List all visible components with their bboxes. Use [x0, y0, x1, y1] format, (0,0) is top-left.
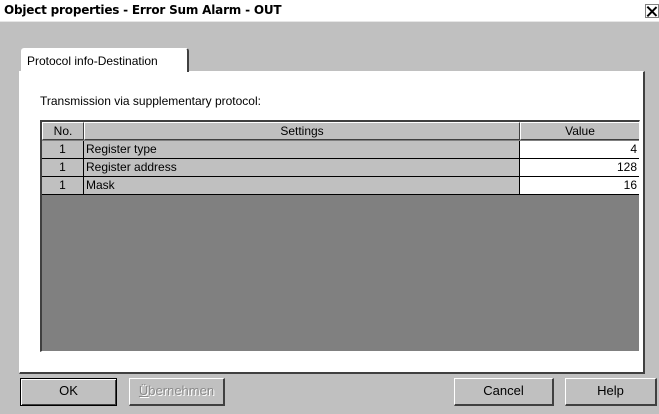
- settings-table: No. Settings Value 1 Register type 4 1 R…: [40, 120, 640, 352]
- row-no: 1: [42, 177, 84, 195]
- column-header-no[interactable]: No.: [42, 122, 84, 140]
- title-bar: Object properties - Error Sum Alarm - OU…: [0, 0, 659, 22]
- row-value[interactable]: 16: [520, 177, 639, 195]
- row-value[interactable]: 4: [520, 141, 639, 159]
- apply-button-mnemonic: Ü: [138, 383, 149, 398]
- column-header-value[interactable]: Value: [520, 122, 639, 140]
- row-value[interactable]: 128: [520, 159, 639, 177]
- tab-label: Protocol info-Destination: [27, 54, 158, 68]
- row-setting: Register type: [84, 141, 520, 159]
- apply-button-label: bernehmen: [148, 383, 215, 398]
- tab-protocol-info-destination[interactable]: Protocol info-Destination: [21, 48, 189, 72]
- help-button[interactable]: Help: [565, 378, 657, 406]
- close-icon[interactable]: [645, 4, 659, 18]
- window-title: Object properties - Error Sum Alarm - OU…: [4, 3, 282, 17]
- apply-button[interactable]: Übernehmen: [129, 378, 225, 406]
- row-no: 1: [42, 159, 84, 177]
- row-setting: Register address: [84, 159, 520, 177]
- row-setting: Mask: [84, 177, 520, 195]
- ok-button[interactable]: OK: [20, 378, 117, 406]
- transmission-caption: Transmission via supplementary protocol:: [40, 94, 261, 108]
- object-properties-dialog: Object properties - Error Sum Alarm - OU…: [0, 0, 659, 414]
- row-no: 1: [42, 141, 84, 159]
- cancel-button[interactable]: Cancel: [454, 378, 554, 406]
- column-header-settings[interactable]: Settings: [84, 122, 520, 140]
